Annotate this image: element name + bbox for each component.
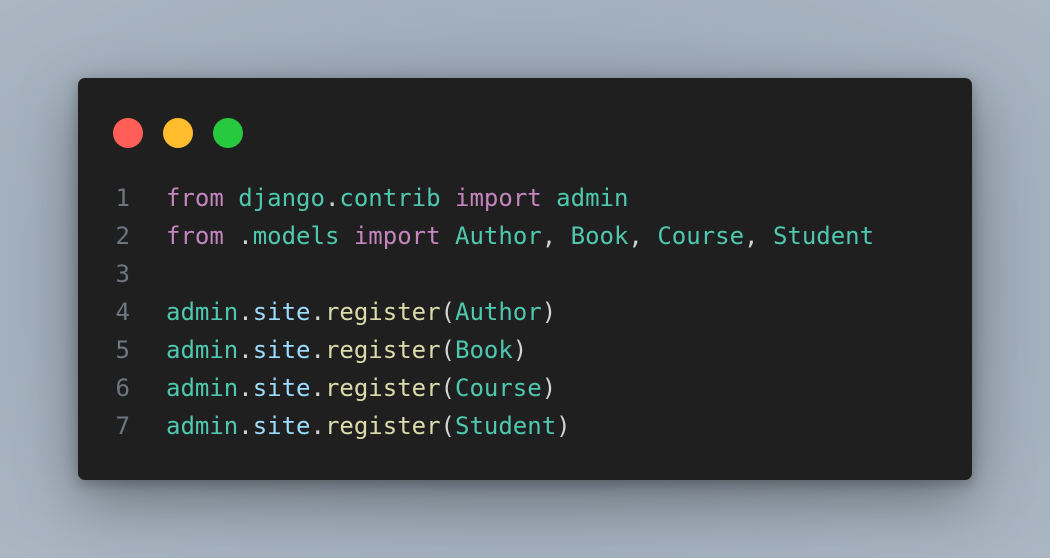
code-token: admin: [166, 412, 239, 440]
code-token: site: [252, 298, 311, 326]
line-number: 3: [115, 260, 130, 288]
code-token: site: [252, 412, 311, 440]
code-token: register: [324, 298, 441, 326]
code-token: .: [238, 412, 253, 440]
code-token: .: [238, 298, 253, 326]
line-number: 6: [115, 374, 130, 402]
code-block: 1 from django. contrib import admin 2 from .…: [78, 179, 875, 445]
close-icon[interactable]: [113, 118, 143, 148]
code-token: admin: [556, 184, 629, 212]
code-token: site: [252, 374, 311, 402]
line-number: 2: [115, 222, 130, 250]
code-token: ): [512, 336, 528, 364]
code-token: django: [238, 184, 325, 212]
code-line: 1 from django. contrib import admin: [78, 179, 874, 217]
code-token: Author: [455, 298, 542, 326]
code-token: Book: [570, 222, 629, 250]
code-line: 3: [78, 255, 874, 293]
code-token: Author: [455, 222, 542, 250]
code-token: .: [238, 374, 253, 402]
line-number: 7: [115, 412, 130, 440]
code-window: 1 from django. contrib import admin 2 from .…: [78, 78, 972, 480]
code-token: admin: [166, 336, 239, 364]
code-token: ): [556, 412, 571, 440]
code-token: .: [324, 184, 340, 212]
code-token: Student: [455, 412, 557, 440]
code-token: .: [310, 336, 325, 364]
code-token: (: [440, 412, 455, 440]
code-token: ): [541, 298, 557, 326]
code-token: import: [455, 184, 542, 212]
code-line: 6 admin. site. register(Course): [78, 369, 874, 407]
code-token: Student: [772, 222, 875, 250]
code-token: Book: [455, 336, 513, 364]
code-token: ,: [541, 222, 571, 250]
line-number: 4: [115, 298, 130, 326]
code-token: ,: [628, 222, 658, 250]
code-token: from: [166, 184, 224, 212]
line-number: 5: [115, 336, 130, 364]
maximize-icon[interactable]: [213, 118, 243, 148]
code-token: import: [353, 222, 441, 250]
code-token: contrib: [339, 184, 441, 212]
window-controls: [113, 118, 243, 148]
code-token: admin: [166, 374, 239, 402]
code-token: .: [310, 298, 325, 326]
code-token: .: [238, 336, 253, 364]
code-line: 4 admin. site. register(Author): [78, 293, 874, 331]
code-line: 5 admin. site. register(Book): [78, 331, 874, 369]
code-token: .: [238, 222, 253, 250]
code-token: ): [541, 374, 557, 402]
code-token: models: [252, 222, 340, 250]
code-token: register: [324, 412, 441, 440]
code-token: register: [324, 374, 441, 402]
code-token: (: [440, 298, 455, 326]
code-line: 2 from . models import Author, Book, Cours…: [78, 217, 875, 255]
code-token: (: [440, 374, 455, 402]
code-token: from: [166, 222, 224, 250]
code-line: 7 admin. site. register(Student): [78, 407, 874, 445]
code-token: (: [440, 336, 455, 364]
minimize-icon[interactable]: [163, 118, 193, 148]
code-token: ,: [744, 222, 773, 250]
code-token: Course: [657, 222, 745, 250]
code-token: site: [252, 336, 311, 364]
code-token: register: [324, 336, 441, 364]
code-token: admin: [166, 298, 239, 326]
line-number: 1: [115, 184, 130, 212]
code-token: .: [310, 412, 325, 440]
code-token: Course: [455, 374, 542, 402]
code-token: .: [310, 374, 325, 402]
